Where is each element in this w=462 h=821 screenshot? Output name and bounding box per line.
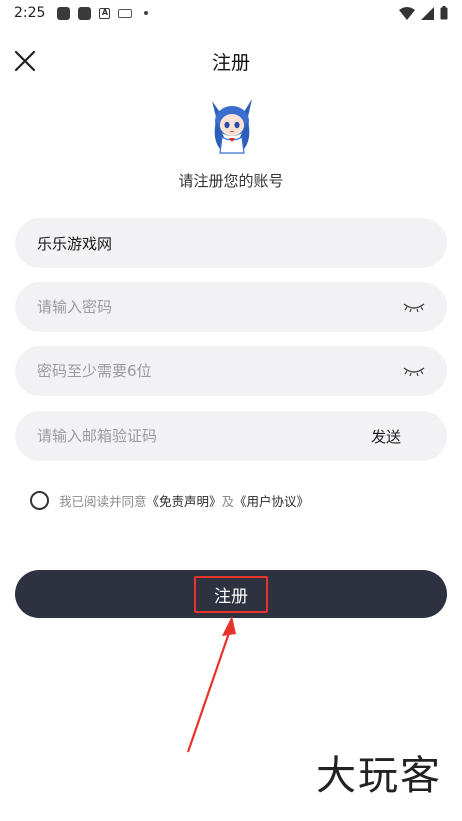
- disclaimer-link[interactable]: 《免责声明》: [147, 491, 222, 510]
- header: 注册: [0, 40, 462, 82]
- register-button-label: 注册: [194, 575, 268, 613]
- hidden-eye-icon[interactable]: [403, 364, 425, 378]
- mascot-avatar: [212, 99, 252, 154]
- app-icon: A: [99, 7, 111, 19]
- battery-icon: [440, 6, 448, 20]
- password-input[interactable]: [37, 298, 403, 316]
- confirm-password-field-wrapper: [15, 346, 447, 396]
- email-code-field-wrapper: 发送: [15, 411, 447, 461]
- status-time: 2:25: [14, 5, 46, 21]
- watermark-logo: 大玩客: [316, 753, 442, 799]
- status-bar: 2:25 A: [0, 0, 462, 26]
- confirm-password-input[interactable]: [37, 362, 403, 380]
- user-agreement-link[interactable]: 《用户协议》: [234, 491, 309, 510]
- page-subtitle: 请注册您的账号: [178, 172, 284, 190]
- keyboard-icon: [118, 8, 133, 18]
- signal-icon: [421, 6, 434, 20]
- more-notifications-icon: [144, 11, 149, 15]
- agreement-and: 及: [221, 494, 235, 509]
- hidden-eye-icon[interactable]: [403, 300, 425, 314]
- email-code-input[interactable]: [37, 427, 371, 445]
- notification-icon: [78, 6, 92, 20]
- agreement-radio[interactable]: [30, 491, 49, 510]
- register-button[interactable]: 注册: [15, 570, 447, 618]
- username-input[interactable]: [37, 234, 425, 252]
- send-code-button[interactable]: 发送: [371, 426, 401, 447]
- password-field-wrapper: [15, 282, 447, 332]
- notification-icon: [57, 6, 71, 20]
- agreement-row: 我已阅读并同意 《免责声明》 及 《用户协议》: [30, 491, 309, 510]
- wifi-icon: [399, 6, 415, 20]
- username-field-wrapper: [15, 218, 447, 268]
- page-title: 注册: [211, 52, 250, 74]
- agreement-prefix: 我已阅读并同意: [59, 494, 147, 509]
